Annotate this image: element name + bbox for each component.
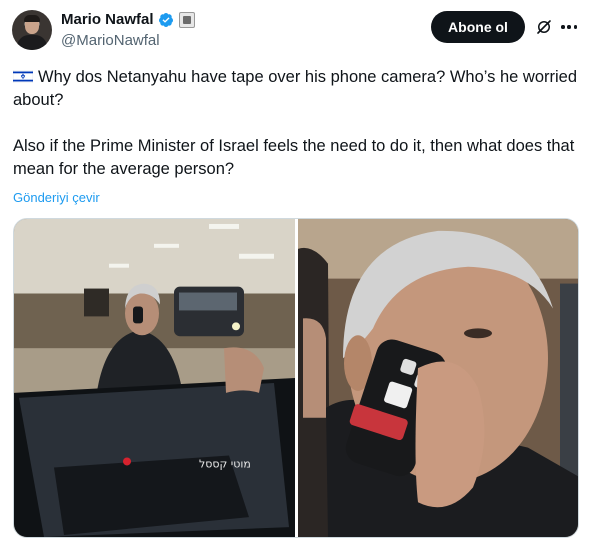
- follow-button[interactable]: Abone ol: [431, 11, 525, 43]
- author-display-name[interactable]: Mario Nawfal: [61, 11, 154, 28]
- grok-icon[interactable]: [535, 18, 553, 36]
- verified-badge-icon: [158, 12, 173, 27]
- tweet-text: Why dos Netanyahu have tape over his pho…: [13, 66, 579, 181]
- affiliate-badge-icon[interactable]: [178, 11, 195, 28]
- translate-post-link[interactable]: Gönderiyi çevir: [13, 190, 100, 205]
- media-grid: מוטי קססל: [13, 218, 579, 538]
- tweet-paragraph-1: Why dos Netanyahu have tape over his pho…: [13, 66, 579, 112]
- photo-left[interactable]: מוטי קססל: [14, 219, 295, 537]
- tweet-line-1: Why dos Netanyahu have tape over his pho…: [13, 68, 577, 109]
- photo-right-image: [298, 219, 578, 537]
- author-handle[interactable]: @MarioNawfal: [61, 32, 160, 49]
- avatar-body: [17, 35, 47, 50]
- car-plate-text: מוטי קססל: [199, 457, 251, 470]
- photo-left-image: מוטי קססל: [14, 219, 295, 537]
- avatar-hair: [24, 15, 40, 22]
- photo-right[interactable]: [298, 219, 578, 537]
- author-avatar[interactable]: [12, 10, 52, 50]
- more-options-icon[interactable]: [561, 25, 577, 29]
- israel-flag-icon: [13, 70, 33, 83]
- author-name-row: Mario Nawfal: [61, 11, 195, 28]
- tweet-paragraph-2: Also if the Prime Minister of Israel fee…: [13, 137, 575, 178]
